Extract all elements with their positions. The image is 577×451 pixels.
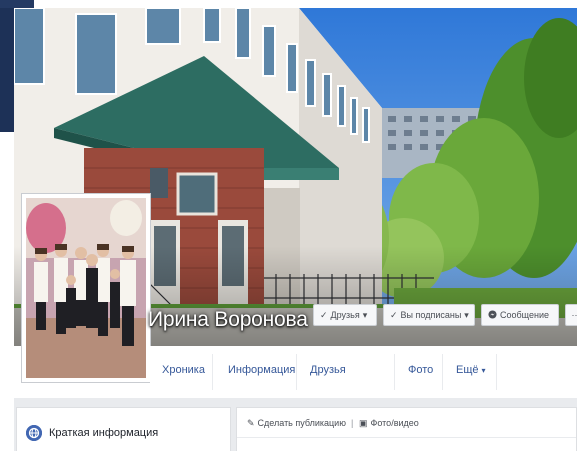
- tab-divider: [296, 354, 297, 390]
- photo-video-label: Фото/видео: [370, 418, 419, 428]
- post-composer: ✎ Сделать публикацию | ▣ Фото/видео: [236, 407, 577, 451]
- chevron-down-icon: ▾: [481, 366, 486, 375]
- friends-button-label: Друзья: [330, 310, 360, 320]
- profile-picture-image: [26, 198, 146, 378]
- composer-separator: [237, 437, 576, 438]
- pencil-icon: ✎: [247, 418, 255, 428]
- following-button-label: Вы подписаны: [400, 310, 462, 320]
- globe-icon: [26, 425, 42, 441]
- more-icon: ···: [571, 310, 577, 320]
- check-icon: ✓: [320, 309, 328, 320]
- messenger-icon: [488, 309, 497, 321]
- intro-card: Краткая информация: [16, 407, 231, 451]
- tab-divider: [394, 354, 395, 390]
- tab-friends[interactable]: Друзья: [310, 364, 346, 376]
- profile-tabs: Хроника Информация Друзья Фото Ещё ▾: [150, 346, 577, 399]
- friends-button[interactable]: ✓ Друзья ▾: [313, 304, 377, 326]
- tab-photos[interactable]: Фото: [408, 364, 433, 376]
- composer-divider: |: [351, 418, 354, 428]
- dark-sidebar-inner: [0, 8, 14, 132]
- profile-actions: ✓ Друзья ▾ ✓ Вы подписаны ▾ Сообщение ··…: [313, 304, 577, 326]
- tab-divider: [496, 354, 497, 390]
- message-button-label: Сообщение: [500, 310, 549, 320]
- camera-icon: ▣: [359, 418, 368, 428]
- chevron-down-icon: ▾: [464, 309, 469, 320]
- message-button[interactable]: Сообщение: [481, 304, 559, 326]
- create-post-label: Сделать публикацию: [257, 418, 346, 428]
- chevron-down-icon: ▾: [362, 309, 368, 320]
- profile-name[interactable]: Ирина Воронова: [148, 308, 308, 332]
- more-options-button[interactable]: ···: [565, 304, 577, 326]
- create-post-button[interactable]: ✎ Сделать публикацию: [247, 418, 346, 429]
- following-button[interactable]: ✓ Вы подписаны ▾: [383, 304, 475, 326]
- tab-timeline[interactable]: Хроника: [162, 364, 205, 376]
- page-left-edge: [0, 132, 14, 451]
- tab-more[interactable]: Ещё ▾: [456, 364, 486, 376]
- tab-divider: [442, 354, 443, 390]
- check-icon: ✓: [390, 309, 398, 320]
- photo-video-button[interactable]: ▣ Фото/видео: [359, 418, 419, 429]
- tab-divider: [212, 354, 213, 390]
- profile-picture[interactable]: [22, 194, 150, 382]
- tab-about[interactable]: Информация: [228, 364, 295, 376]
- tab-more-label: Ещё: [456, 364, 479, 376]
- intro-title: Краткая информация: [49, 427, 159, 439]
